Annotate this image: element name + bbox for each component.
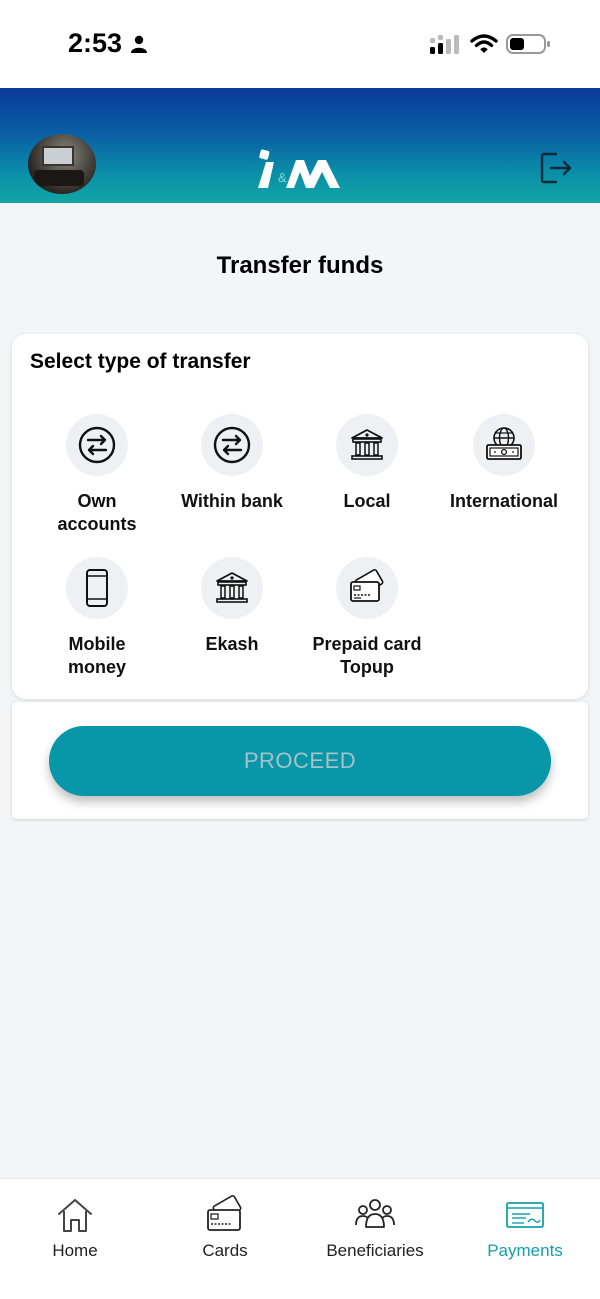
battery-icon bbox=[506, 33, 552, 60]
proceed-button[interactable]: PROCEED bbox=[49, 726, 551, 796]
tile-label: Within bank bbox=[181, 491, 283, 511]
tile-label: Local bbox=[343, 491, 391, 511]
transfer-arrows-icon bbox=[66, 414, 128, 476]
tile-label: Ekash bbox=[205, 634, 259, 654]
avatar[interactable] bbox=[28, 134, 96, 194]
transfer-type-ekash[interactable]: Ekash bbox=[157, 557, 307, 656]
tile-label: Prepaid card Topup bbox=[312, 634, 422, 677]
transfer-type-international[interactable]: International bbox=[427, 414, 581, 513]
tile-label: International bbox=[449, 491, 558, 511]
transfer-type-heading: Select type of transfer bbox=[30, 350, 251, 373]
logout-icon[interactable] bbox=[538, 150, 574, 191]
cards-icon bbox=[150, 1195, 300, 1235]
transfer-type-within-bank[interactable]: Within bank bbox=[157, 414, 307, 513]
brand-logo: & bbox=[254, 148, 344, 195]
app-header: & bbox=[0, 88, 600, 203]
nav-item-home[interactable]: Home bbox=[0, 1179, 150, 1279]
person-icon bbox=[130, 35, 148, 58]
transfer-arrows-icon bbox=[201, 414, 263, 476]
payment-check-icon bbox=[450, 1195, 600, 1235]
home-icon bbox=[0, 1195, 150, 1235]
transfer-type-local[interactable]: Local bbox=[292, 414, 442, 513]
transfer-type-mobile-money[interactable]: Mobile money bbox=[22, 557, 172, 679]
bank-icon bbox=[336, 414, 398, 476]
status-time: 2:53 bbox=[68, 28, 123, 58]
nav-label: Cards bbox=[202, 1241, 248, 1260]
cellular-signal-icon bbox=[430, 34, 462, 59]
svg-text:&: & bbox=[278, 170, 287, 185]
nav-item-beneficiaries[interactable]: Beneficiaries bbox=[300, 1179, 450, 1279]
tile-label: Own accounts bbox=[57, 491, 137, 534]
transfer-type-prepaid-card-topup[interactable]: Prepaid card Topup bbox=[292, 557, 442, 679]
page-title: Transfer funds bbox=[216, 252, 384, 279]
bank-icon bbox=[201, 557, 263, 619]
transfer-type-card: Select type of transfer Own accounts With… bbox=[12, 334, 588, 699]
transfer-type-own-accounts[interactable]: Own accounts bbox=[22, 414, 172, 536]
tile-label: Mobile money bbox=[67, 634, 127, 677]
bottom-nav: Home Cards Beneficiaries Payments bbox=[0, 1178, 600, 1299]
nav-label: Payments bbox=[487, 1241, 563, 1260]
proceed-panel: PROCEED bbox=[12, 702, 588, 819]
cards-icon bbox=[336, 557, 398, 619]
wifi-icon bbox=[470, 33, 498, 60]
nav-label: Home bbox=[52, 1241, 98, 1260]
mobile-phone-icon bbox=[66, 557, 128, 619]
nav-item-payments[interactable]: Payments bbox=[450, 1179, 600, 1279]
globe-money-icon bbox=[473, 414, 535, 476]
nav-label: Beneficiaries bbox=[326, 1241, 424, 1260]
status-bar: 2:53 bbox=[0, 0, 600, 88]
nav-item-cards[interactable]: Cards bbox=[150, 1179, 300, 1279]
people-icon bbox=[300, 1195, 450, 1235]
